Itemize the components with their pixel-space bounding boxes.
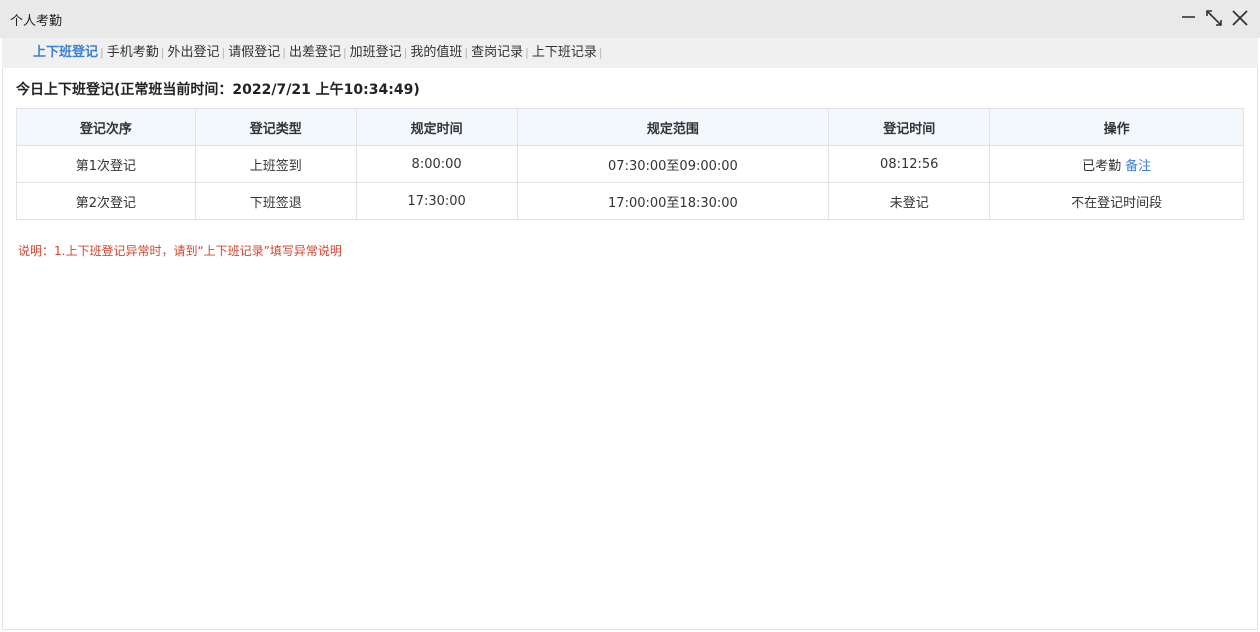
cell-type: 上班签到	[194, 145, 357, 183]
table-header-row: 登记次序 登记类型 规定时间 规定范围 登记时间 操作	[16, 108, 1244, 146]
tab-separator: |	[282, 46, 286, 59]
tab-mobile-attendance[interactable]: 手机考勤	[106, 45, 160, 61]
cell-registered-time: 未登记	[828, 182, 991, 220]
cell-order: 第2次登记	[16, 182, 196, 220]
tab-separator: |	[221, 46, 226, 59]
window-titlebar: 个人考勤	[0, 0, 1260, 38]
cell-allowed-range: 17:00:00至18:30:00	[516, 182, 830, 220]
column-header-action: 操作	[989, 108, 1244, 146]
column-header-type: 登记类型	[194, 108, 357, 146]
cell-scheduled-time: 8:00:00	[355, 145, 518, 183]
cell-registered-time: 08:12:56	[828, 145, 991, 183]
cell-scheduled-time: 17:30:00	[355, 182, 518, 220]
close-icon	[1232, 10, 1248, 26]
status-text: 已考勤	[1082, 158, 1122, 174]
page-title: 今日上下班登记(正常班当前时间：2022/7/21 上午10:34:49)	[16, 82, 420, 98]
tab-attendance-records[interactable]: 上下班记录	[531, 45, 598, 61]
column-header-order: 登记次序	[16, 108, 196, 146]
tab-separator: |	[160, 46, 165, 59]
minimize-button[interactable]	[1177, 6, 1201, 30]
window-title: 个人考勤	[10, 14, 63, 29]
restore-button[interactable]	[1202, 6, 1226, 30]
tab-separator: |	[342, 46, 347, 59]
close-button[interactable]	[1228, 6, 1252, 30]
cell-allowed-range: 07:30:00至09:00:00	[516, 145, 830, 183]
cell-action: 不在登记时间段	[989, 182, 1244, 220]
attendance-table: 登记次序 登记类型 规定时间 规定范围 登记时间 操作 第1次登记 上班签到 8…	[16, 108, 1244, 220]
tab-post-check-records[interactable]: 查岗记录	[470, 45, 524, 61]
column-header-registered-time: 登记时间	[828, 108, 991, 146]
instruction-note: 说明：1.上下班登记异常时，请到“上下班记录”填写异常说明	[18, 244, 342, 258]
tab-separator: |	[525, 46, 529, 59]
table-row: 第2次登记 下班签退 17:30:00 17:00:00至18:30:00 未登…	[16, 182, 1244, 220]
column-header-allowed-range: 规定范围	[516, 108, 830, 146]
column-header-scheduled-time: 规定时间	[355, 108, 518, 146]
tab-overtime-register[interactable]: 加班登记	[349, 45, 403, 61]
tab-separator: |	[403, 46, 408, 59]
minimize-icon	[1182, 16, 1195, 18]
tab-separator: |	[464, 46, 469, 59]
tab-separator: |	[598, 46, 603, 59]
tab-bar: 上下班登记 | 手机考勤 | 外出登记 | 请假登记 | 出差登记 | 加班登记 | 我的值…	[2, 38, 1258, 68]
status-text: 不在登记时间段	[1071, 195, 1163, 211]
tab-business-trip-register[interactable]: 出差登记	[288, 45, 342, 61]
tab-separator: |	[100, 46, 104, 59]
remark-link[interactable]: 备注	[1125, 159, 1151, 174]
restore-icon	[1206, 10, 1222, 26]
cell-order: 第1次登记	[16, 145, 196, 183]
tab-my-duty[interactable]: 我的值班	[409, 45, 463, 61]
cell-type: 下班签退	[194, 182, 357, 220]
tab-checkin-register[interactable]: 上下班登记	[32, 45, 99, 61]
tab-outing-register[interactable]: 外出登记	[166, 45, 220, 61]
tab-list: 上下班登记 | 手机考勤 | 外出登记 | 请假登记 | 出差登记 | 加班登记 | 我的值…	[32, 45, 605, 61]
cell-action: 已考勤 备注	[989, 145, 1244, 183]
table-row: 第1次登记 上班签到 8:00:00 07:30:00至09:00:00 08:…	[16, 145, 1244, 183]
tab-leave-register[interactable]: 请假登记	[227, 45, 281, 61]
